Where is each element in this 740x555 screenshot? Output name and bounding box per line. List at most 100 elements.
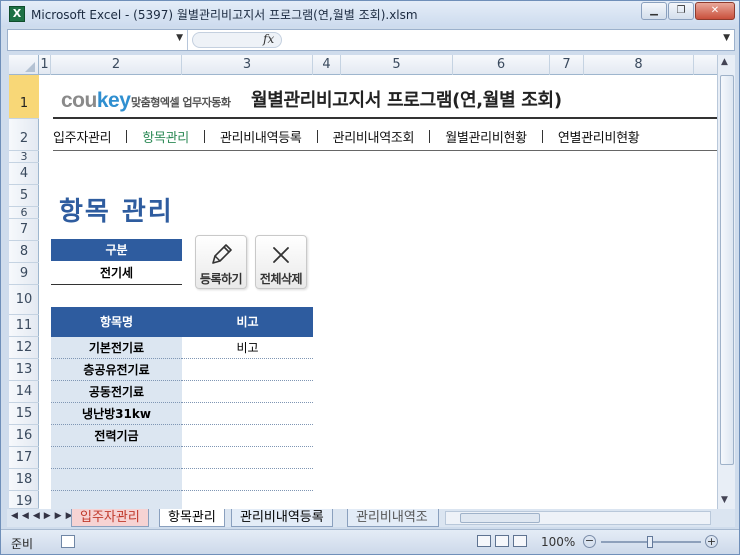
item-name-cell[interactable]: 층공유전기료: [51, 359, 182, 381]
column-header-note: 비고: [236, 315, 259, 329]
delete-all-button-label: 전체삭제: [259, 272, 303, 286]
worksheet-grid[interactable]: 1 2 3 4 5 6 7 8 1 2 3 4 5 6 7 8 9 10 11 …: [9, 55, 717, 509]
row-header[interactable]: 15: [9, 403, 39, 425]
horizontal-scroll-thumb[interactable]: [460, 513, 540, 523]
column-header[interactable]: 2: [51, 55, 182, 75]
close-button[interactable]: ✕: [695, 2, 735, 20]
column-header[interactable]: 1: [39, 55, 51, 75]
item-name-cell[interactable]: [51, 491, 182, 509]
column-header[interactable]: 4: [313, 55, 341, 75]
row-header[interactable]: 18: [9, 469, 39, 491]
table-row: 전력기금: [51, 425, 313, 447]
vertical-scrollbar[interactable]: ▲ ▼: [717, 55, 735, 509]
row-header[interactable]: 3: [9, 151, 39, 163]
sheet-tab-items[interactable]: 항목관리: [159, 509, 225, 527]
delete-all-button[interactable]: 전체삭제: [255, 235, 307, 289]
select-all-corner[interactable]: [9, 55, 39, 75]
item-name-cell[interactable]: 냉난방31kw: [51, 403, 182, 425]
zoom-slider-thumb[interactable]: [647, 536, 653, 548]
nav-divider: [53, 150, 717, 151]
expand-formula-bar-icon[interactable]: ▼: [723, 33, 730, 43]
minimize-button[interactable]: ▁: [641, 2, 667, 20]
row-header[interactable]: 14: [9, 381, 39, 403]
table-row: [51, 491, 313, 509]
nav-item-yearly-status[interactable]: 연별관리비현황: [558, 127, 640, 146]
column-header[interactable]: 5: [341, 55, 453, 75]
horizontal-scrollbar[interactable]: [445, 511, 711, 525]
close-icon: [256, 240, 306, 270]
register-button[interactable]: 등록하기: [195, 235, 247, 289]
row-header[interactable]: 8: [9, 241, 39, 263]
scroll-up-icon[interactable]: ▲: [721, 57, 728, 67]
status-ready: 준비: [11, 537, 34, 551]
row-header[interactable]: 4: [9, 163, 39, 185]
note-cell[interactable]: [182, 403, 313, 425]
table-row: 기본전기료 비고: [51, 337, 313, 359]
status-bar: 준비 100% − +: [1, 529, 739, 554]
view-mode-buttons: [477, 535, 527, 547]
row-header[interactable]: 6: [9, 207, 39, 219]
note-cell[interactable]: [182, 491, 313, 509]
row-header[interactable]: 19: [9, 491, 39, 509]
vertical-scroll-thumb[interactable]: [720, 75, 734, 465]
nav-item-fee-register[interactable]: 관리비내역등록: [220, 127, 302, 146]
item-name-cell[interactable]: 공동전기료: [51, 381, 182, 403]
zoom-in-icon[interactable]: +: [705, 535, 718, 548]
row-headers: 1 2 3 4 5 6 7 8 9 10 11 12 13 14 15 16 1…: [9, 75, 39, 509]
table-row: 냉난방31kw: [51, 403, 313, 425]
table-row: 층공유전기료: [51, 359, 313, 381]
item-name-cell[interactable]: [51, 447, 182, 469]
item-name-cell[interactable]: [51, 469, 182, 491]
note-cell[interactable]: [182, 447, 313, 469]
row-header[interactable]: 12: [9, 337, 39, 359]
note-cell[interactable]: [182, 381, 313, 403]
column-headers: 1 2 3 4 5 6 7 8: [9, 55, 717, 75]
macro-record-icon[interactable]: [61, 535, 75, 548]
item-name-cell[interactable]: 전력기금: [51, 425, 182, 447]
column-header[interactable]: 6: [453, 55, 550, 75]
note-cell[interactable]: [182, 469, 313, 491]
normal-view-icon[interactable]: [477, 535, 491, 547]
scroll-down-icon[interactable]: ▼: [721, 495, 728, 505]
title-divider: [53, 117, 717, 119]
row-header[interactable]: 10: [9, 285, 39, 315]
row-header[interactable]: 7: [9, 219, 39, 241]
column-header[interactable]: 3: [182, 55, 313, 75]
sheet-tab-tenants[interactable]: 입주자관리: [71, 509, 149, 527]
zoom-level[interactable]: 100%: [541, 535, 575, 549]
nav-item-items[interactable]: 항목관리: [142, 127, 189, 146]
chevron-down-icon[interactable]: ▼: [176, 33, 183, 43]
name-box[interactable]: ▼: [8, 30, 188, 50]
table-row: 공동전기료: [51, 381, 313, 403]
page-break-view-icon[interactable]: [513, 535, 527, 547]
row-header[interactable]: 16: [9, 425, 39, 447]
row-header[interactable]: 1: [9, 75, 39, 119]
column-header[interactable]: 7: [550, 55, 584, 75]
row-header[interactable]: 11: [9, 315, 39, 337]
nav-item-fee-lookup[interactable]: 관리비내역조회: [333, 127, 415, 146]
pencil-icon: [196, 240, 246, 270]
row-header[interactable]: 13: [9, 359, 39, 381]
item-name-cell[interactable]: 기본전기료: [51, 337, 182, 359]
table-row: [51, 469, 313, 491]
nav-item-monthly-status[interactable]: 월별관리비현황: [445, 127, 527, 146]
sheet-tab-fee-lookup[interactable]: 관리비내역조: [347, 509, 439, 527]
note-cell[interactable]: [182, 425, 313, 447]
row-header[interactable]: 9: [9, 263, 39, 285]
row-header[interactable]: 5: [9, 185, 39, 207]
sheet-tab-fee-register[interactable]: 관리비내역등록: [231, 509, 333, 527]
category-value-cell[interactable]: 전기세: [51, 261, 182, 285]
row-header[interactable]: 2: [9, 119, 39, 151]
note-cell[interactable]: 비고: [182, 337, 313, 359]
restore-button[interactable]: ❐: [668, 2, 694, 20]
note-cell[interactable]: [182, 359, 313, 381]
formula-bar: ▼ fx ▼: [7, 29, 735, 51]
page-layout-view-icon[interactable]: [495, 535, 509, 547]
row-header[interactable]: 17: [9, 447, 39, 469]
sheet-nav-arrows-icon[interactable]: ◀◀◀▶▶▶: [11, 511, 77, 521]
excel-app-icon[interactable]: X: [9, 6, 25, 22]
column-header[interactable]: 8: [584, 55, 694, 75]
insert-function-icon[interactable]: fx: [263, 32, 274, 46]
zoom-out-icon[interactable]: −: [583, 535, 596, 548]
nav-item-tenants[interactable]: 입주자관리: [53, 127, 112, 146]
